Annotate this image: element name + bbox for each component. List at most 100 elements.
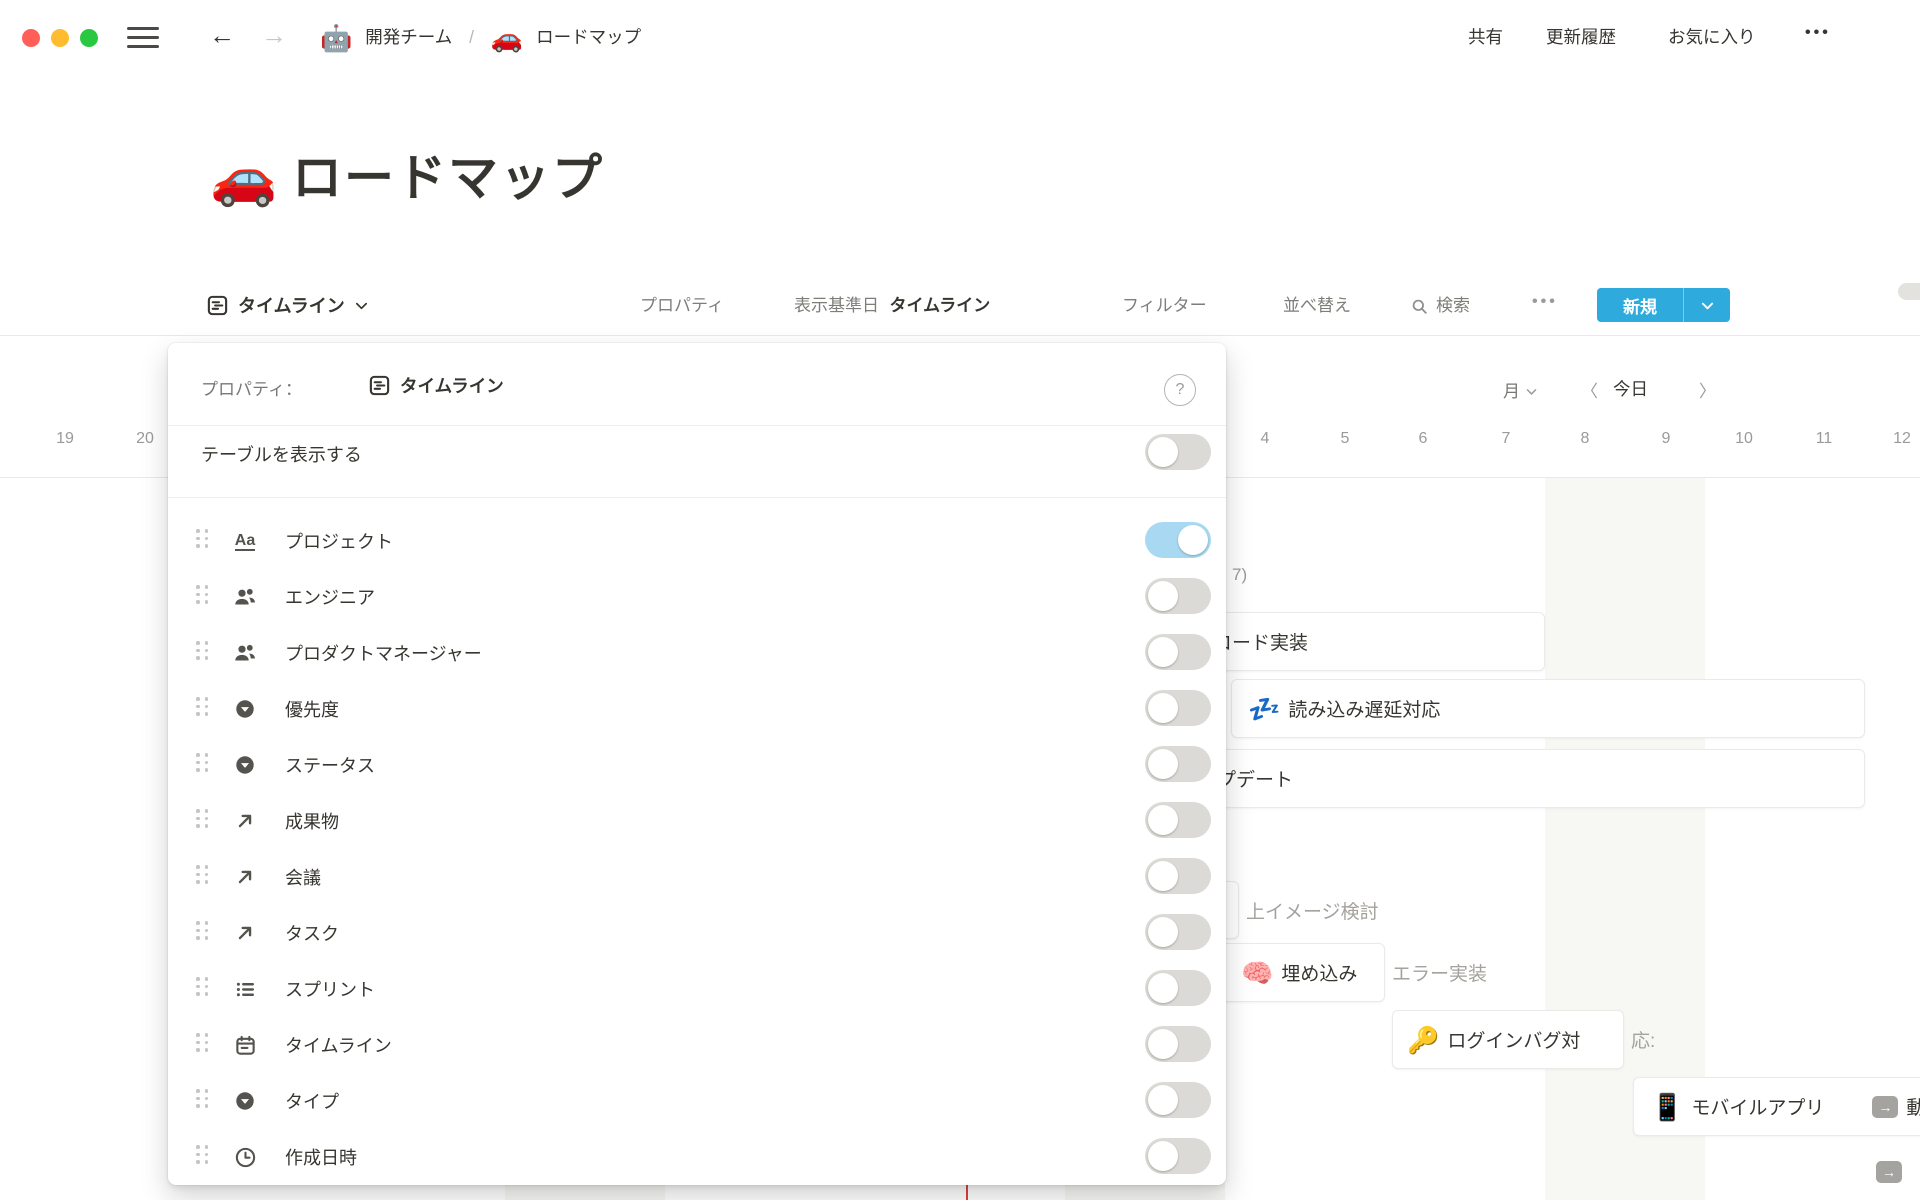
- property-row-person[interactable]: プロダクトマネージャー: [168, 624, 1226, 680]
- filter-button[interactable]: フィルター: [1122, 294, 1207, 318]
- property-row-select[interactable]: タイプ: [168, 1072, 1226, 1128]
- drag-handle-icon[interactable]: [196, 753, 208, 772]
- property-row-text[interactable]: Aaプロジェクト: [168, 512, 1226, 568]
- breadcrumb-separator: /: [469, 27, 474, 47]
- card-load-delay[interactable]: 💤読み込み遅延対応: [1231, 679, 1865, 738]
- property-row-relation[interactable]: タスク: [168, 904, 1226, 960]
- open-sub-item-chip[interactable]: →: [1872, 1096, 1898, 1118]
- traffic-light-zoom[interactable]: [80, 29, 98, 47]
- timeline-view-icon: [206, 294, 229, 317]
- scrollbar-thumb[interactable]: [1898, 283, 1920, 300]
- panel-title-label: プロパティ：: [201, 375, 302, 400]
- card-mobile-app-emoji-icon: 📱: [1651, 1094, 1683, 1120]
- property-visibility-toggle[interactable]: [1145, 1026, 1211, 1062]
- drag-handle-icon[interactable]: [196, 1033, 208, 1052]
- show-table-label: テーブルを表示する: [201, 441, 362, 467]
- drag-handle-icon[interactable]: [196, 1089, 208, 1108]
- new-button-dropdown[interactable]: [1684, 288, 1730, 322]
- card-update[interactable]: アップデート: [1150, 749, 1865, 808]
- help-icon[interactable]: ?: [1164, 374, 1196, 406]
- property-visibility-toggle[interactable]: [1145, 746, 1211, 782]
- property-row-relation[interactable]: 会議: [168, 848, 1226, 904]
- property-row-calendar[interactable]: タイムライン: [168, 1016, 1226, 1072]
- property-label: 会議: [285, 864, 321, 890]
- card-load-delay-emoji-icon: 💤: [1248, 696, 1280, 722]
- property-row-relation[interactable]: 成果物: [168, 792, 1226, 848]
- updates-button[interactable]: 更新履歴: [1546, 26, 1616, 48]
- back-button[interactable]: ←: [209, 22, 235, 48]
- select-property-icon: [232, 752, 258, 778]
- property-visibility-toggle[interactable]: [1145, 1082, 1211, 1118]
- day-label: 7: [1502, 430, 1511, 448]
- timeline-next-button[interactable]: 〉: [1699, 377, 1716, 402]
- search-button[interactable]: 検索: [1410, 294, 1470, 318]
- relation-property-icon: [232, 808, 258, 834]
- traffic-light-minimize[interactable]: [51, 29, 69, 47]
- new-button-label[interactable]: 新規: [1597, 288, 1683, 322]
- show-table-toggle[interactable]: [1145, 434, 1211, 470]
- card-content: 📱 モバイルアプリ → 動: [1634, 1078, 1920, 1135]
- property-row-select[interactable]: ステータス: [168, 736, 1226, 792]
- person-property-icon: [232, 584, 258, 610]
- property-visibility-toggle[interactable]: [1145, 858, 1211, 894]
- group-count-label: 7): [1232, 565, 1247, 585]
- card-content: アップデート: [1151, 750, 1864, 807]
- timeline-scale-select[interactable]: 月: [1503, 377, 1538, 402]
- sort-button[interactable]: 並べ替え: [1283, 294, 1351, 318]
- drag-handle-icon[interactable]: [196, 809, 208, 828]
- chevron-down-icon: [1700, 298, 1715, 313]
- property-visibility-toggle[interactable]: [1145, 634, 1211, 670]
- drag-handle-icon[interactable]: [196, 921, 208, 940]
- breadcrumb-team[interactable]: 開発チーム: [365, 27, 452, 47]
- drag-handle-icon[interactable]: [196, 697, 208, 716]
- timeline-basis-button[interactable]: 表示基準日 タイムライン: [794, 294, 990, 318]
- property-visibility-toggle[interactable]: [1145, 802, 1211, 838]
- card-content: 🔑ログインバグ対: [1393, 1011, 1623, 1068]
- more-options-icon[interactable]: •••: [1805, 24, 1831, 42]
- timeline-today-button[interactable]: 今日: [1613, 376, 1648, 401]
- page-car-emoji-icon: 🚗: [491, 23, 523, 53]
- property-visibility-toggle[interactable]: [1145, 914, 1211, 950]
- breadcrumb-page[interactable]: ロードマップ: [536, 27, 641, 47]
- drag-handle-icon[interactable]: [196, 641, 208, 660]
- search-label: 検索: [1436, 294, 1470, 318]
- card-mobile-app[interactable]: 📱 モバイルアプリ → 動: [1633, 1077, 1920, 1136]
- sidebar-menu-icon[interactable]: [127, 27, 159, 48]
- property-label: 優先度: [285, 696, 339, 722]
- new-button[interactable]: 新規: [1597, 288, 1730, 322]
- card-title: モバイルアプリ: [1691, 1093, 1824, 1120]
- share-button[interactable]: 共有: [1468, 26, 1503, 48]
- property-visibility-toggle[interactable]: [1145, 522, 1211, 558]
- card-title-continued: 動: [1906, 1093, 1920, 1120]
- property-row-list[interactable]: スプリント: [168, 960, 1226, 1016]
- traffic-light-close[interactable]: [22, 29, 40, 47]
- drag-handle-icon[interactable]: [196, 977, 208, 996]
- card-login-bug-emoji-icon: 🔑: [1407, 1027, 1439, 1053]
- select-property-icon: [232, 696, 258, 722]
- drag-handle-icon[interactable]: [196, 865, 208, 884]
- view-more-icon[interactable]: •••: [1532, 293, 1558, 311]
- properties-button[interactable]: プロパティ: [640, 294, 724, 318]
- forward-button[interactable]: →: [261, 22, 287, 48]
- open-sub-item-chip[interactable]: →: [1876, 1161, 1902, 1183]
- property-visibility-toggle[interactable]: [1145, 970, 1211, 1006]
- drag-handle-icon[interactable]: [196, 529, 208, 548]
- property-label: 作成日時: [285, 1144, 357, 1170]
- card-login-bug[interactable]: 🔑ログインバグ対応:: [1392, 1010, 1624, 1069]
- property-row-person[interactable]: エンジニア: [168, 568, 1226, 624]
- page-icon[interactable]: 🚗: [210, 148, 277, 208]
- panel-divider: [168, 425, 1226, 426]
- drag-handle-icon[interactable]: [196, 585, 208, 604]
- timeline-prev-button[interactable]: 〈: [1581, 377, 1598, 402]
- property-row-select[interactable]: 優先度: [168, 680, 1226, 736]
- favorite-button[interactable]: お気に入り: [1668, 26, 1756, 48]
- property-visibility-toggle[interactable]: [1145, 1138, 1211, 1174]
- property-visibility-toggle[interactable]: [1145, 690, 1211, 726]
- page-title[interactable]: ロードマップ: [292, 148, 604, 208]
- view-tab-timeline[interactable]: タイムライン: [206, 292, 369, 318]
- drag-handle-icon[interactable]: [196, 1145, 208, 1164]
- property-visibility-toggle[interactable]: [1145, 578, 1211, 614]
- chevron-down-icon: [354, 298, 369, 313]
- view-tab-label: タイムライン: [238, 292, 345, 318]
- property-row-clock[interactable]: 作成日時: [168, 1128, 1226, 1184]
